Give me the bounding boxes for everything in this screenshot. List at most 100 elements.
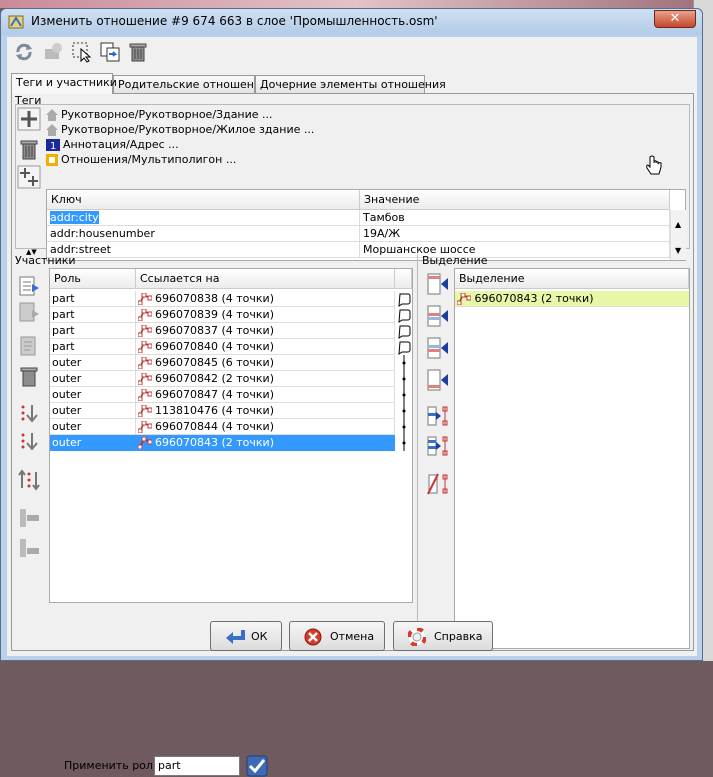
member-row[interactable]: outer 113810476 (4 точки)	[50, 403, 395, 419]
cancel-button[interactable]: Отмена	[289, 621, 385, 651]
add-selected-last-icon[interactable]	[426, 368, 450, 392]
member-ref: 696070837 (4 точки)	[155, 324, 274, 337]
close-window-button[interactable]: ✕	[654, 10, 696, 28]
multipolygon-icon	[46, 154, 58, 166]
preset-residential-building[interactable]: Рукотворное/Рукотворное/Жилое здание ...	[46, 123, 314, 138]
select-in-relation-icon[interactable]	[426, 404, 450, 428]
tab-child-relations[interactable]: Дочерние элементы отношения	[255, 75, 446, 93]
preset-building[interactable]: Рукотворное/Рукотворное/Здание ...	[46, 108, 273, 123]
member-row[interactable]: outer 696070843 (2 точки)	[50, 435, 395, 451]
duplicate-relation-icon[interactable]	[99, 41, 121, 63]
member-row[interactable]: outer 696070845 (6 точки)	[50, 355, 395, 371]
tab-parent-relations[interactable]: Родительские отношения	[113, 75, 268, 93]
add-tag-icon[interactable]	[17, 107, 41, 131]
paste-tags-icon[interactable]	[17, 165, 41, 189]
column-header-refers-to[interactable]: Ссылается на	[136, 269, 395, 289]
help-button[interactable]: Справка	[393, 621, 493, 651]
remove-selected-icon[interactable]	[426, 472, 450, 496]
column-header-value[interactable]: Значение	[360, 190, 670, 210]
member-row[interactable]: part 696070839 (4 точки)	[50, 307, 395, 323]
sort-members-disabled-icon[interactable]	[17, 506, 41, 530]
help-label: Справка	[434, 630, 483, 643]
tab-tags-and-members[interactable]: Теги и участники	[11, 73, 117, 94]
preset-label: Рукотворное/Рукотворное/Здание ...	[61, 108, 273, 121]
select-all-in-relation-icon[interactable]	[426, 434, 450, 458]
member-ref-cell: 696070844 (4 точки)	[136, 419, 395, 435]
cancel-icon	[304, 628, 322, 646]
member-ref-cell: 696070839 (4 точки)	[136, 307, 395, 323]
add-selected-disabled-icon[interactable]	[17, 300, 41, 324]
move-up-and-sort-icon[interactable]	[17, 274, 41, 298]
scroll-up-icon[interactable]: ▲	[675, 220, 681, 229]
add-selected-before-icon[interactable]	[426, 304, 450, 328]
member-row[interactable]: outer 696070847 (4 точки)	[50, 387, 395, 403]
upload-disabled-icon[interactable]	[43, 41, 65, 63]
member-ref: 696070842 (2 точки)	[155, 372, 274, 385]
member-role-cell[interactable]: outer	[50, 371, 136, 387]
member-role-cell[interactable]: part	[50, 323, 136, 339]
tag-table-scrollbar[interactable]: ▲ ▼	[670, 210, 686, 260]
member-role: part	[52, 324, 75, 337]
column-header-selection[interactable]: Выделение	[455, 269, 689, 289]
refresh-icon[interactable]	[13, 41, 35, 63]
apply-role-label: Применить роль:	[64, 759, 164, 772]
svg-text:1: 1	[50, 141, 56, 151]
header-label: Значение	[364, 193, 420, 206]
member-role-cell[interactable]: outer	[50, 387, 136, 403]
cancel-label: Отмена	[330, 630, 375, 643]
preset-multipolygon[interactable]: Отношения/Мультиполигон ...	[46, 153, 236, 168]
member-role: part	[52, 292, 75, 305]
edit-member-disabled-icon[interactable]	[17, 334, 41, 358]
delete-tag-icon[interactable]	[17, 137, 41, 161]
member-row[interactable]: outer 696070842 (2 точки)	[50, 371, 395, 387]
selection-row[interactable]: 696070843 (2 точки)	[455, 291, 689, 307]
selection-ref-cell: 696070843 (2 точки)	[455, 291, 689, 307]
preset-address[interactable]: 1 Аннотация/Адрес ...	[46, 138, 179, 153]
member-row[interactable]: outer 696070844 (4 точки)	[50, 419, 395, 435]
tag-key-cell[interactable]: addr:city	[47, 210, 360, 226]
tag-value-cell[interactable]: Тамбов	[360, 210, 670, 226]
delete-member-icon[interactable]	[17, 364, 41, 388]
apply-role-button[interactable]	[246, 755, 268, 777]
member-role-cell[interactable]: outer	[50, 355, 136, 371]
tags-members-panel: Теги Рукотворное/Рукотворное/Здание ... …	[11, 93, 694, 777]
column-header-linkage	[395, 269, 412, 289]
ok-button[interactable]: ОК	[210, 621, 282, 651]
member-role-cell[interactable]: part	[50, 307, 136, 323]
way-icon	[137, 292, 153, 306]
member-role-cell[interactable]: outer	[50, 403, 136, 419]
member-role-cell[interactable]: outer	[50, 419, 136, 435]
member-ref: 696070847 (4 точки)	[155, 388, 274, 401]
member-role-cell[interactable]: part	[50, 291, 136, 307]
reverse-order-icon[interactable]	[17, 468, 41, 492]
way-icon	[137, 324, 153, 338]
member-ref-cell: 696070845 (6 точки)	[136, 355, 395, 371]
member-row[interactable]: part 696070838 (4 точки)	[50, 291, 395, 307]
tag-value-cell[interactable]: 19А/Ж	[360, 226, 670, 242]
way-icon	[137, 356, 153, 370]
address-icon: 1	[46, 139, 60, 152]
member-ref: 696070845 (6 точки)	[155, 356, 274, 369]
desktop-background	[0, 0, 713, 8]
add-selected-after-icon[interactable]	[426, 336, 450, 360]
select-members-icon[interactable]	[71, 41, 93, 63]
member-role-cell[interactable]: part	[50, 339, 136, 355]
member-row[interactable]: part 696070840 (4 точки)	[50, 339, 395, 355]
move-down-icon[interactable]	[17, 402, 41, 426]
member-ref: 696070843 (2 точки)	[155, 436, 274, 449]
member-role: part	[52, 308, 75, 321]
member-role-cell[interactable]: outer	[50, 435, 136, 451]
move-bottom-icon[interactable]	[17, 430, 41, 454]
column-header-role[interactable]: Роль	[50, 269, 136, 289]
add-selected-first-icon[interactable]	[426, 272, 450, 296]
delete-relation-icon[interactable]	[127, 41, 149, 63]
members-table: Роль Ссылается на part 696070838 (4 точки…	[49, 268, 413, 603]
member-row[interactable]: part 696070837 (4 точки)	[50, 323, 395, 339]
title-bar[interactable]: Изменить отношение #9 674 663 в слое 'Пр…	[1, 9, 702, 35]
tag-key-cell[interactable]: addr:housenumber	[47, 226, 360, 242]
role-input-value: part	[158, 759, 181, 772]
column-header-key[interactable]: Ключ	[47, 190, 360, 210]
sort-below-disabled-icon[interactable]	[17, 536, 41, 560]
member-ref-cell: 696070840 (4 точки)	[136, 339, 395, 355]
role-input[interactable]: part	[154, 756, 240, 776]
